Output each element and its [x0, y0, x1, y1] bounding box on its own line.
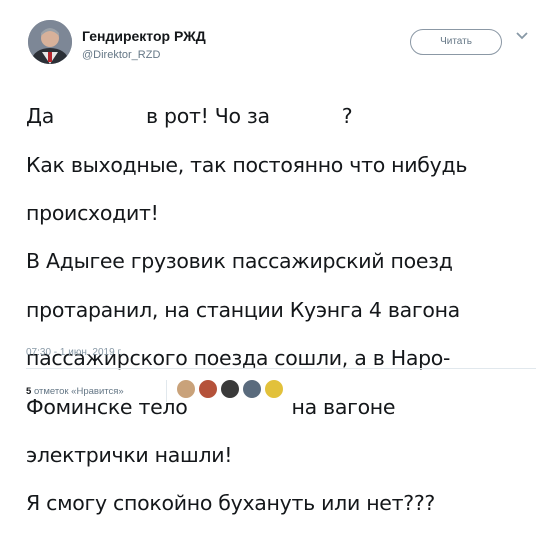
chevron-down-icon[interactable]: [514, 30, 530, 42]
divider: [166, 380, 167, 402]
tweet-line: Да в рот! Чо за?: [26, 104, 546, 128]
likes-link[interactable]: 5 отметок «Нравится»: [26, 386, 124, 397]
user-avatar-icon: [28, 20, 72, 64]
tweet-line: Как выходные, так постоянно что нибудь: [26, 152, 468, 177]
tweet-line: происходит!: [26, 201, 159, 226]
likes-label: отметок «Нравится»: [33, 386, 124, 397]
tweet-timestamp[interactable]: 07:30 - 1 июн. 2019 г.: [26, 347, 123, 358]
tweet-line-segment: в рот! Чо за: [145, 104, 270, 129]
tweet-line-segment: Да: [26, 104, 54, 129]
author-display-name[interactable]: Гендиректор РЖД: [82, 28, 206, 44]
follow-button[interactable]: Читать: [410, 29, 502, 55]
tweet-line-segment: ?: [341, 104, 353, 129]
liker-avatar[interactable]: [198, 379, 218, 399]
liker-avatar[interactable]: [220, 379, 240, 399]
tweet-line-segment: Фоминске тело: [26, 394, 188, 419]
tweet-text: Да в рот! Чо за? Как выходные, так постоя…: [26, 80, 546, 540]
tweet-line: В Адыгее грузовик пассажирский поезд: [26, 249, 453, 274]
author-handle[interactable]: @Direktor_RZD: [82, 49, 160, 61]
liker-avatar[interactable]: [176, 379, 196, 399]
author-avatar[interactable]: [28, 20, 72, 64]
liker-avatar[interactable]: [264, 379, 284, 399]
tweet-line: Я смогу спокойно бухануть или нет???: [26, 491, 435, 516]
likes-count: 5: [26, 386, 32, 397]
tweet-line: Фоминске тело на вагоне: [26, 395, 546, 419]
tweet-line: протаранил, на станции Куэнга 4 вагона: [26, 297, 460, 322]
liker-avatar[interactable]: [242, 379, 262, 399]
tweet-line-segment: на вагоне: [291, 394, 396, 419]
tweet-line: электрички нашли!: [26, 443, 233, 468]
divider: [26, 368, 536, 369]
